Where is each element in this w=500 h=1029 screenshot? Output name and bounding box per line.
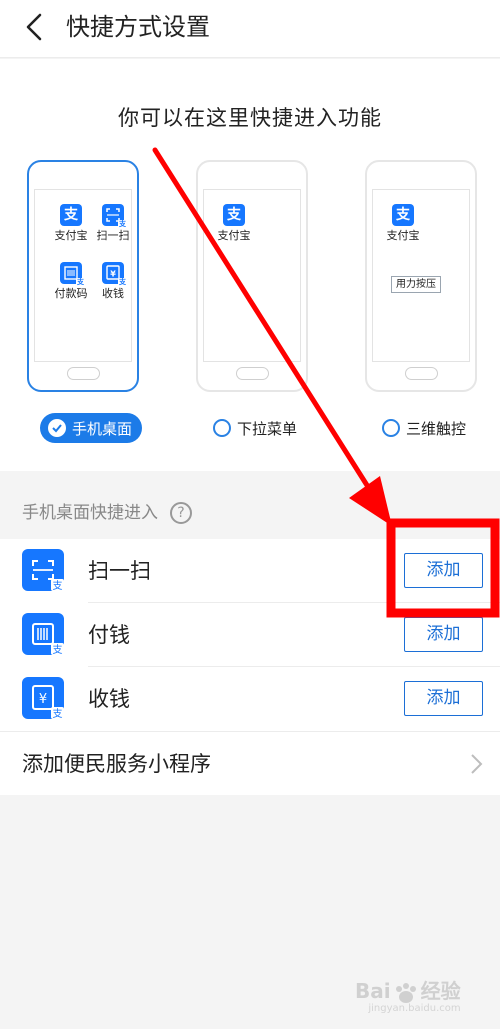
home-button (405, 367, 438, 380)
section-label: 手机桌面快捷进入 ? (22, 500, 192, 526)
app-alipay: 支 支付宝 (212, 204, 256, 243)
shortcut-row-scan: 支 扫一扫 添加 (0, 539, 500, 603)
alipay-icon: 支 (60, 204, 82, 226)
add-button-scan[interactable]: 添加 (404, 553, 483, 588)
shortcut-list: 支 扫一扫 添加 支 付钱 添加 ¥ 支 收钱 添加 添加便民服务小程序 (0, 539, 500, 795)
back-arrow-icon[interactable] (20, 12, 50, 42)
shortcut-mode-card: 你可以在这里快捷进入功能 支 支付宝 支 扫一扫 支 付款码 ¥ 支 收钱 支 … (0, 59, 500, 471)
question-mark-icon[interactable]: ? (170, 502, 192, 524)
force-press-popup: 用力按压 (391, 276, 441, 293)
home-button (236, 367, 269, 380)
svg-text:¥: ¥ (39, 692, 47, 707)
intro-subtitle: 你可以在这里快捷进入功能 (118, 106, 382, 130)
svg-text:支: 支 (53, 644, 63, 655)
phone-screen: 支 支付宝 支 扫一扫 支 付款码 ¥ 支 收钱 (34, 189, 132, 362)
pay-code-icon: 支 (60, 262, 85, 287)
receive-money-icon: ¥ 支 (102, 262, 127, 287)
option-3d-touch[interactable]: 三维触控 (382, 413, 466, 443)
add-button-receive[interactable]: 添加 (404, 681, 483, 716)
paw-logo-icon (395, 982, 416, 1003)
header-bar: 快捷方式设置 (0, 0, 500, 58)
home-button (67, 367, 100, 380)
add-button-pay[interactable]: 添加 (404, 617, 483, 652)
check-circle-icon (48, 419, 66, 437)
radio-circle-icon (382, 419, 400, 437)
chevron-right-icon (471, 754, 483, 774)
shortcut-row-receive: ¥ 支 收钱 添加 (0, 667, 500, 731)
scan-icon: 支 (102, 204, 127, 229)
shortcut-row-pay: 支 付钱 添加 (0, 603, 500, 667)
app-pay-code: 支 付款码 (49, 262, 93, 301)
pay-code-icon: 支 (22, 613, 64, 655)
phone-screen: 支 支付宝 (203, 189, 301, 362)
phone-screen: 支 支付宝 用力按压 (372, 189, 470, 362)
svg-text:支: 支 (53, 708, 63, 719)
alipay-icon: 支 (392, 204, 414, 226)
phone-preview-3d-touch[interactable]: 支 支付宝 用力按压 (365, 160, 477, 392)
phone-preview-desktop[interactable]: 支 支付宝 支 扫一扫 支 付款码 ¥ 支 收钱 (27, 160, 139, 392)
page-title: 快捷方式设置 (66, 13, 210, 41)
svg-text:支: 支 (53, 580, 63, 591)
app-alipay: 支 支付宝 (49, 204, 93, 243)
mini-program-row[interactable]: 添加便民服务小程序 (0, 731, 500, 795)
app-alipay: 支 支付宝 (381, 204, 425, 243)
scan-icon: 支 (22, 549, 64, 591)
app-receive: ¥ 支 收钱 (91, 262, 135, 301)
phone-preview-dropdown[interactable]: 支 支付宝 (196, 160, 308, 392)
option-desktop[interactable]: 手机桌面 (40, 413, 143, 443)
baidu-watermark: Bai 经验 jingyan.baidu.com (355, 979, 461, 1014)
alipay-icon: 支 (223, 204, 245, 226)
option-dropdown[interactable]: 下拉菜单 (213, 413, 297, 443)
app-scan: 支 扫一扫 (91, 204, 135, 243)
receive-money-icon: ¥ 支 (22, 677, 64, 719)
svg-text:¥: ¥ (110, 270, 116, 279)
radio-circle-icon (213, 419, 231, 437)
